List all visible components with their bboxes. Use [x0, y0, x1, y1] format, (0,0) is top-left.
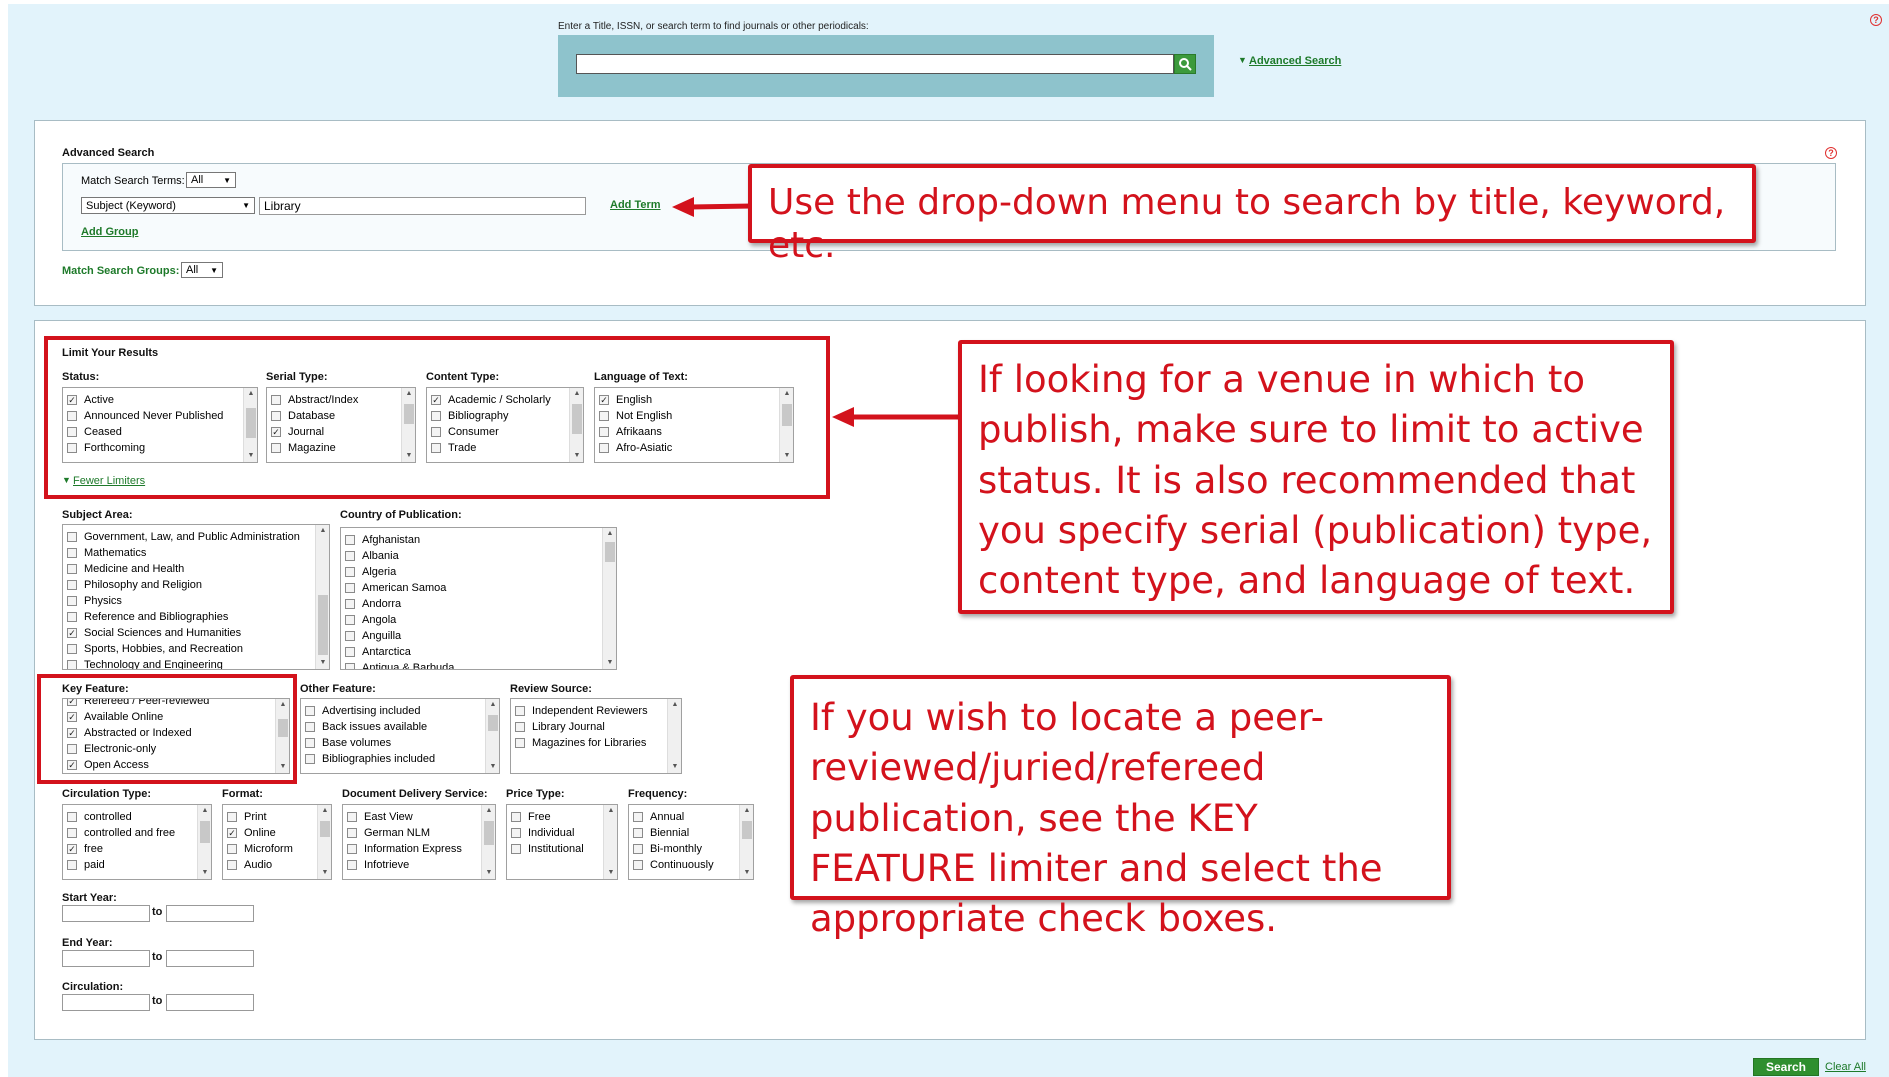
- arrow-head: [672, 197, 694, 217]
- arrow-head: [832, 407, 854, 427]
- callout-key-feature: If you wish to locate a peer-reviewed/ju…: [790, 675, 1451, 940]
- arrow-line: [689, 203, 753, 210]
- callout-dropdown: Use the drop-down menu to search by titl…: [748, 164, 1756, 266]
- callout-status: If looking for a venue in which to publi…: [958, 340, 1674, 614]
